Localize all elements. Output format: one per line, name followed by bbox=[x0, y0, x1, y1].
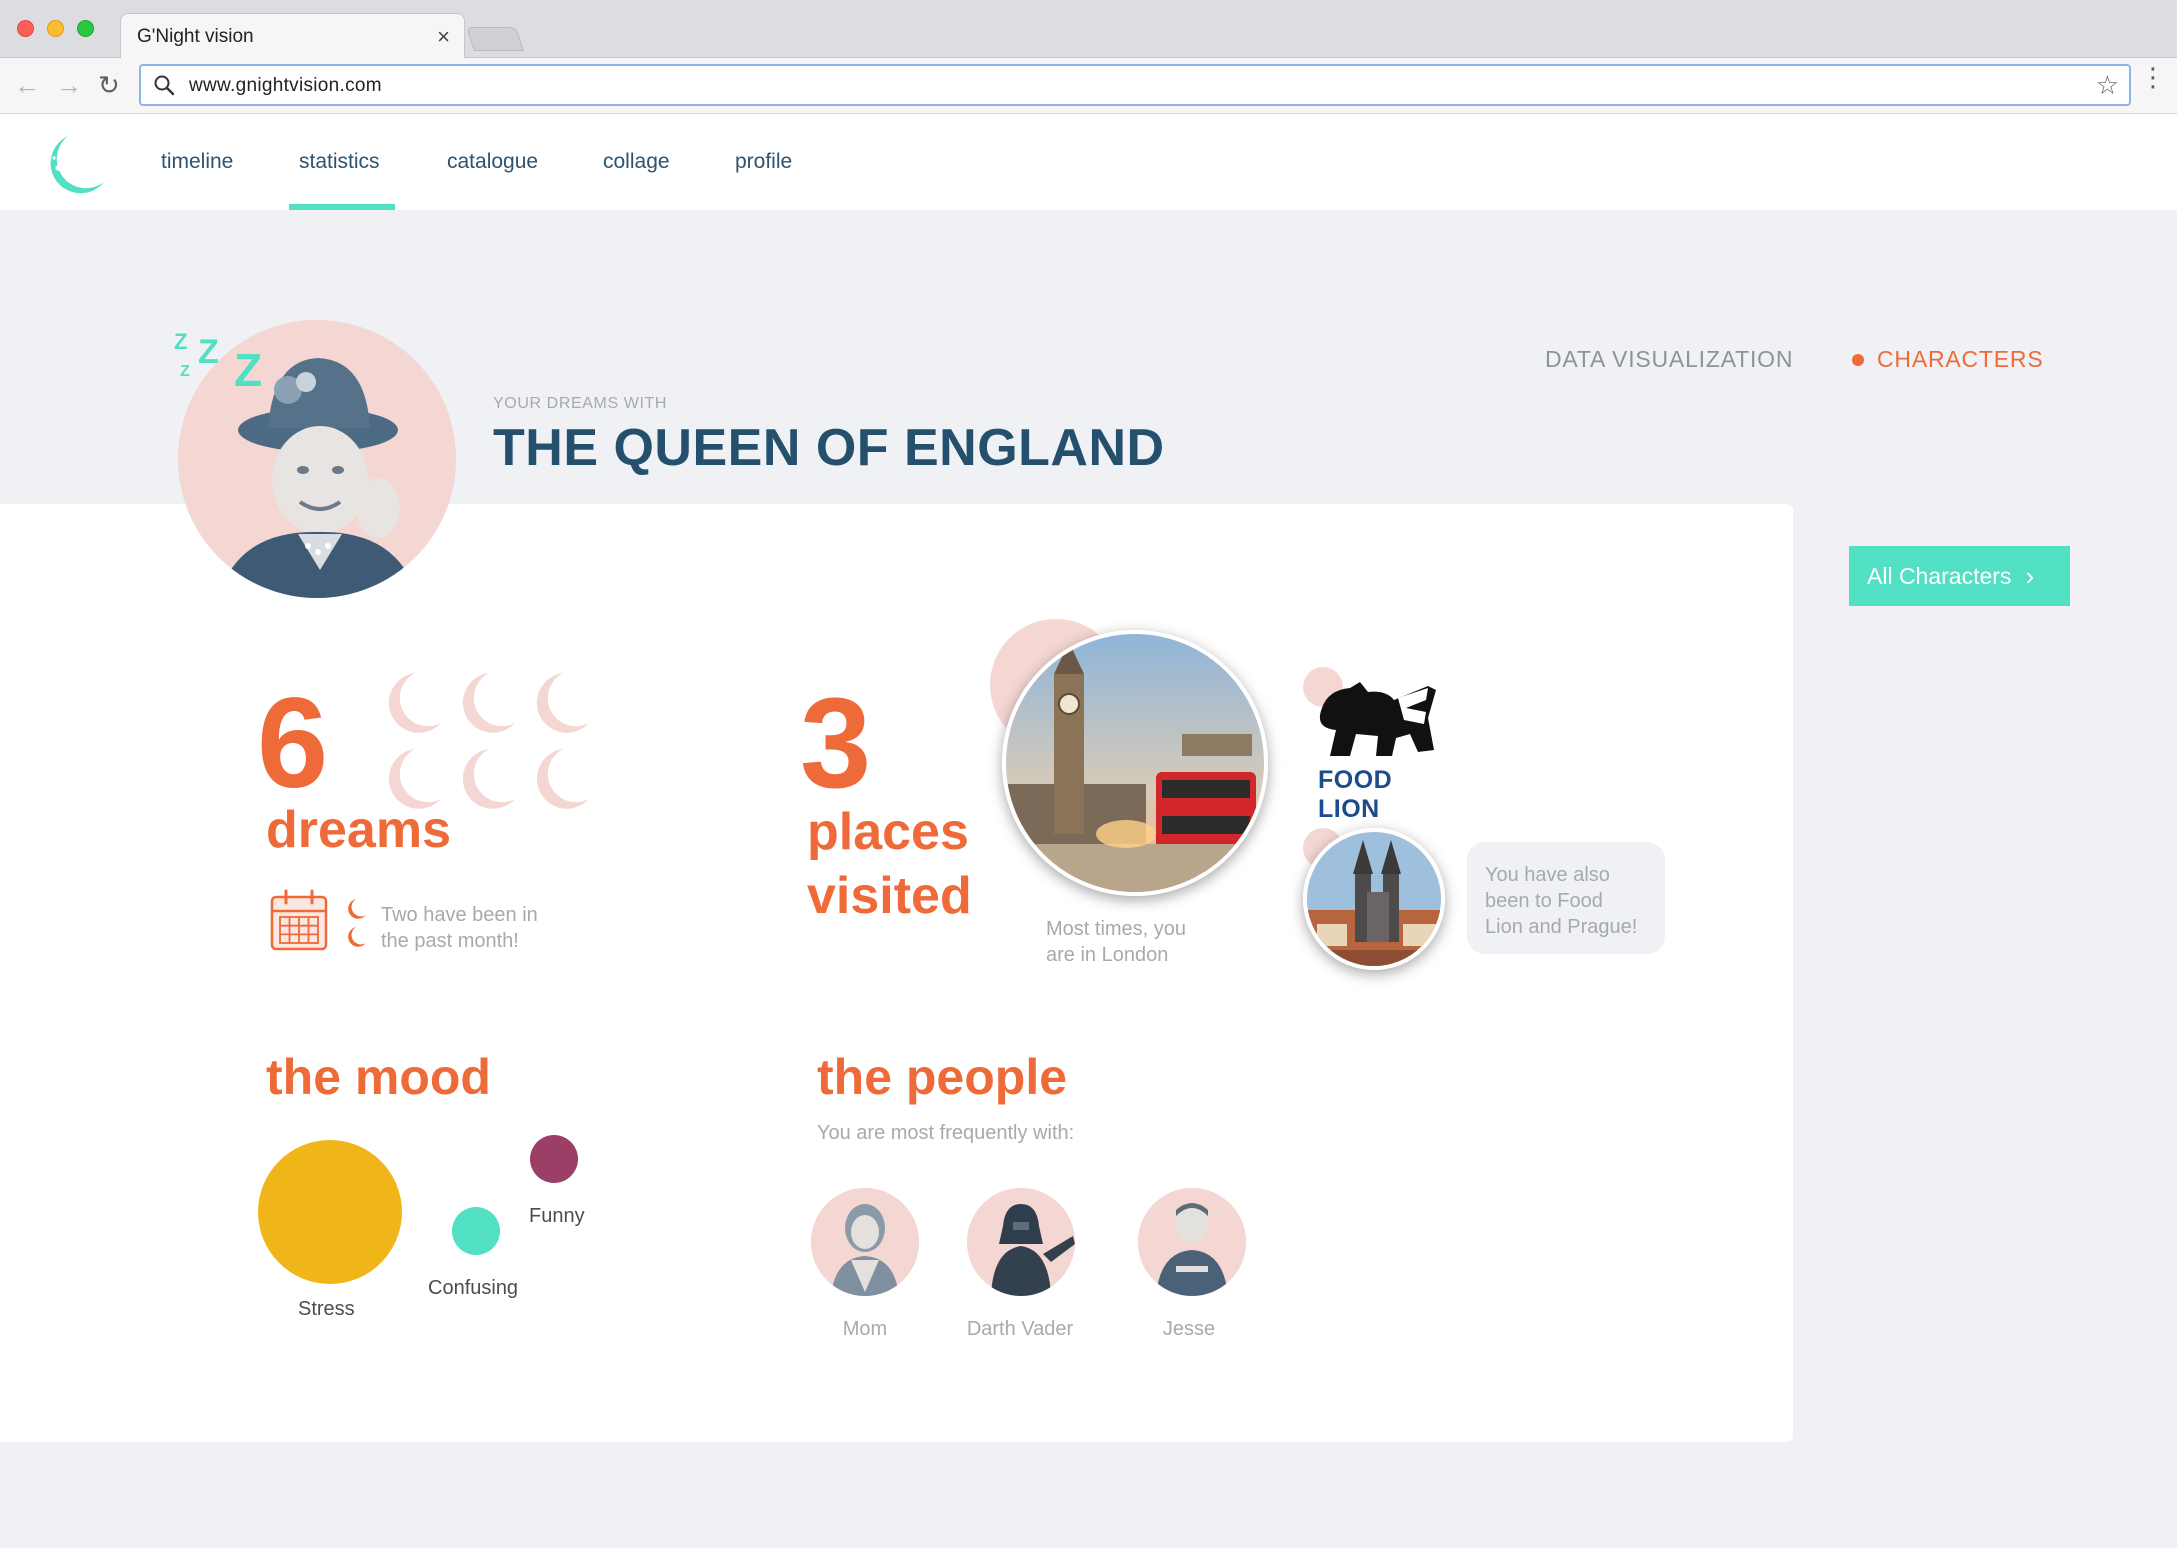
mood-label-funny: Funny bbox=[529, 1205, 585, 1227]
places-count: 3 bbox=[800, 672, 872, 815]
small-moons-icon bbox=[348, 899, 366, 947]
chevron-right-icon: › bbox=[2025, 560, 2035, 591]
nav-catalogue[interactable]: catalogue bbox=[447, 150, 538, 174]
mom-portrait-icon bbox=[811, 1188, 919, 1296]
mood-label-stress: Stress bbox=[298, 1298, 355, 1320]
tab-data-visualization[interactable]: DATA VISUALIZATION bbox=[1545, 346, 1793, 373]
mood-title: the mood bbox=[266, 1049, 491, 1105]
person-avatar-darth-vader[interactable] bbox=[967, 1188, 1075, 1296]
page-title: THE QUEEN OF ENGLAND bbox=[493, 419, 1165, 477]
browser-menu-icon[interactable]: ⋮ bbox=[2140, 64, 2166, 90]
bookmark-star-icon[interactable]: ☆ bbox=[2096, 70, 2119, 101]
mood-label-confusing: Confusing bbox=[428, 1277, 519, 1299]
person-label-jesse: Jesse bbox=[1162, 1318, 1216, 1340]
tab-characters[interactable]: CHARACTERS bbox=[1877, 346, 2043, 373]
url-text: www.gnightvision.com bbox=[189, 75, 382, 96]
person-avatar-mom[interactable] bbox=[811, 1188, 919, 1296]
lion-logo-icon bbox=[1319, 682, 1436, 756]
big-ben-photo-icon bbox=[1006, 634, 1264, 892]
people-subtitle: You are most frequently with: bbox=[817, 1122, 1075, 1144]
food-lion-wordmark: FOOD LION bbox=[1318, 766, 1393, 823]
all-characters-label: All Characters bbox=[1867, 562, 2012, 589]
calendar-icon bbox=[270, 889, 328, 951]
minimize-window-button[interactable] bbox=[47, 20, 64, 37]
active-tab-dot bbox=[1852, 354, 1864, 366]
reload-icon[interactable]: ↻ bbox=[98, 70, 120, 100]
food-lion-logo: FOOD LION bbox=[1310, 678, 1440, 823]
queen-portrait-icon bbox=[178, 320, 456, 598]
prague-photo bbox=[1303, 828, 1445, 970]
people-title: the people bbox=[817, 1049, 1068, 1105]
forward-arrow-icon[interactable]: → bbox=[56, 70, 82, 100]
site-navigation: timeline statistics catalogue collage pr… bbox=[0, 114, 2177, 210]
jesse-portrait-icon bbox=[1138, 1188, 1246, 1296]
browser-tab-strip: G'Night vision × bbox=[0, 0, 2177, 59]
mood-bubble-funny bbox=[530, 1135, 578, 1183]
nav-profile[interactable]: profile bbox=[735, 150, 792, 174]
page-eyebrow: YOUR DREAMS WITH bbox=[493, 395, 668, 412]
dreams-note: Two have been in the past month! bbox=[381, 904, 538, 952]
active-nav-indicator bbox=[289, 204, 395, 210]
moon-logo-icon[interactable] bbox=[40, 130, 110, 200]
character-avatar bbox=[178, 320, 456, 598]
new-tab-button[interactable] bbox=[466, 27, 524, 51]
address-bar[interactable]: www.gnightvision.com ☆ bbox=[139, 64, 2131, 106]
statistics-card bbox=[0, 504, 1793, 1442]
close-window-button[interactable] bbox=[17, 20, 34, 37]
browser-toolbar: ← → ↻ www.gnightvision.com ☆ ⋮ bbox=[0, 58, 2177, 114]
london-photo bbox=[1002, 630, 1268, 896]
places-label: places visited bbox=[807, 803, 972, 925]
person-label-mom: Mom bbox=[842, 1318, 888, 1340]
page-footer-band bbox=[0, 1442, 2177, 1548]
moon-tally-icons bbox=[388, 673, 589, 809]
darth-vader-portrait-icon bbox=[967, 1188, 1075, 1296]
person-label-darth-vader: Darth Vader bbox=[966, 1318, 1074, 1340]
places-note: Most times, you are in London bbox=[1046, 918, 1187, 966]
dreams-count: 6 bbox=[257, 672, 329, 815]
tab-close-icon[interactable]: × bbox=[437, 24, 450, 50]
nav-collage[interactable]: collage bbox=[603, 150, 670, 174]
nav-timeline[interactable]: timeline bbox=[161, 150, 233, 174]
nav-statistics[interactable]: statistics bbox=[299, 150, 380, 174]
tab-title: G'Night vision bbox=[137, 26, 254, 47]
back-arrow-icon[interactable]: ← bbox=[14, 70, 40, 100]
search-icon bbox=[154, 75, 175, 96]
browser-tab[interactable]: G'Night vision × bbox=[120, 13, 465, 59]
all-characters-button[interactable]: All Characters › bbox=[1849, 546, 2070, 606]
mood-bubble-stress bbox=[258, 1140, 402, 1284]
zoom-window-button[interactable] bbox=[77, 20, 94, 37]
person-avatar-jesse[interactable] bbox=[1138, 1188, 1246, 1296]
mood-bubble-confusing bbox=[452, 1207, 500, 1255]
places-speech-bubble: You have also been to Food Lion and Prag… bbox=[1467, 842, 1665, 954]
